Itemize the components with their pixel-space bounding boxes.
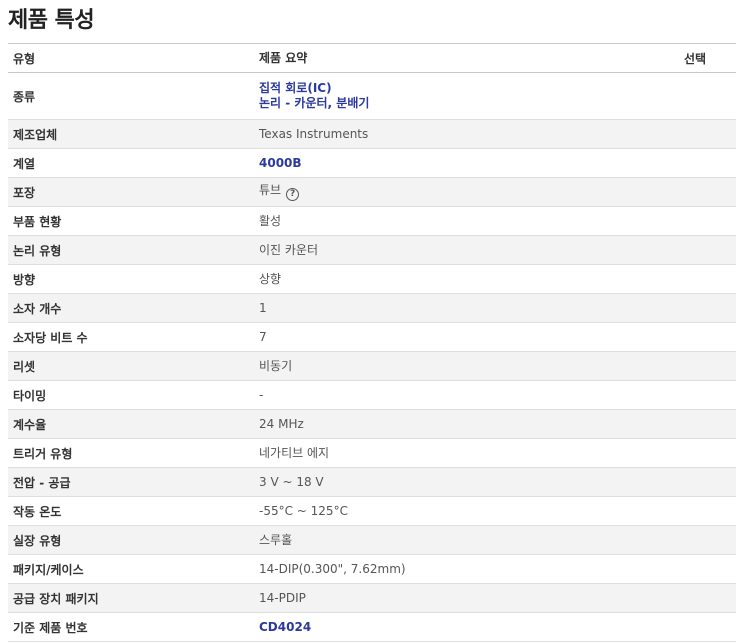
row-label: 소자 개수 — [13, 301, 62, 316]
table-row-manufacturer: 제조업체 Texas Instruments — [8, 120, 736, 149]
row-value: 4000B — [253, 156, 676, 171]
page-title: 제품 특성 — [8, 8, 95, 33]
table-row-part-status: 부품 현황 활성 — [8, 207, 736, 236]
row-label: 리셋 — [13, 359, 36, 374]
row-label: 작동 온도 — [13, 504, 62, 519]
table-row-category: 종류 집적 회로(IC) 논리 - 카운터, 분배기 — [8, 73, 736, 120]
attributes-table: 유형 제품 요약 선택 종류 집적 회로(IC) 논리 - 카운터, 분배기 제… — [8, 43, 736, 642]
row-label: 종류 — [13, 89, 36, 104]
row-value: -55°C ~ 125°C — [259, 503, 348, 518]
row-value: 튜브? — [253, 183, 676, 201]
row-label: 타이밍 — [13, 388, 47, 403]
table-row-reset: 리셋 비동기 — [8, 352, 736, 381]
row-label: 트리거 유형 — [13, 446, 73, 461]
row-label: 공급 장치 패키지 — [13, 591, 99, 606]
row-value: 1 — [259, 300, 267, 315]
table-row-supply-voltage: 전압 - 공급 3 V ~ 18 V — [8, 468, 736, 497]
table-header: 유형 제품 요약 선택 — [8, 44, 736, 73]
row-value: 상향 — [259, 271, 282, 286]
header-summary: 제품 요약 — [259, 50, 308, 65]
series-link[interactable]: 4000B — [259, 156, 676, 171]
table-row-base-part-number: 기준 제품 번호 CD4024 — [8, 613, 736, 642]
product-attributes-panel: 제품 특성 유형 제품 요약 선택 종류 집적 회로(IC) 논리 - 카운터,… — [0, 0, 736, 643]
table-row-timing: 타이밍 - — [8, 381, 736, 410]
header-select: 선택 — [684, 51, 707, 66]
row-value: 활성 — [259, 213, 282, 228]
row-value: 7 — [259, 329, 267, 344]
table-row-series: 계열 4000B — [8, 149, 736, 178]
row-label: 논리 유형 — [13, 243, 62, 258]
table-row-mounting-type: 실장 유형 스루홀 — [8, 526, 736, 555]
table-row-trigger-type: 트리거 유형 네가티브 에지 — [8, 439, 736, 468]
row-value: CD4024 — [253, 620, 676, 635]
row-label: 기준 제품 번호 — [13, 620, 88, 635]
table-row-package-case: 패키지/케이스 14-DIP(0.300", 7.62mm) — [8, 555, 736, 584]
row-label: 부품 현황 — [13, 214, 62, 229]
packaging-value: 튜브 — [259, 183, 282, 197]
table-row-packaging: 포장 튜브? — [8, 178, 736, 207]
row-label: 전압 - 공급 — [13, 475, 71, 490]
row-value: 24 MHz — [259, 416, 304, 431]
row-label: 계열 — [13, 156, 36, 171]
header-type: 유형 — [13, 51, 36, 66]
row-value: Texas Instruments — [259, 126, 369, 141]
row-value: 14-DIP(0.300", 7.62mm) — [259, 561, 406, 576]
table-row-bits-per-element: 소자당 비트 수 7 — [8, 323, 736, 352]
row-value: 네가티브 에지 — [259, 445, 330, 460]
row-label: 포장 — [13, 185, 36, 200]
base-part-number-link[interactable]: CD4024 — [259, 620, 676, 635]
table-row-operating-temp: 작동 온도 -55°C ~ 125°C — [8, 497, 736, 526]
category-link-counters[interactable]: 논리 - 카운터, 분배기 — [259, 96, 676, 111]
question-circle-icon[interactable]: ? — [286, 188, 300, 201]
row-value: 집적 회로(IC) 논리 - 카운터, 분배기 — [253, 81, 676, 111]
table-row-element-count: 소자 개수 1 — [8, 294, 736, 323]
row-label: 방향 — [13, 272, 36, 287]
row-value: - — [259, 387, 264, 402]
row-label: 소자당 비트 수 — [13, 330, 88, 345]
row-label: 실장 유형 — [13, 533, 62, 548]
table-row-supplier-package: 공급 장치 패키지 14-PDIP — [8, 584, 736, 613]
row-value: 14-PDIP — [259, 590, 306, 605]
row-label: 계수율 — [13, 417, 47, 432]
table-row-logic-type: 논리 유형 이진 카운터 — [8, 236, 736, 265]
row-label: 패키지/케이스 — [13, 562, 84, 577]
row-value: 3 V ~ 18 V — [259, 474, 324, 489]
category-link-ic[interactable]: 집적 회로(IC) — [259, 81, 676, 96]
table-row-direction: 방향 상향 — [8, 265, 736, 294]
row-value: 이진 카운터 — [259, 242, 319, 257]
table-row-count-rate: 계수율 24 MHz — [8, 410, 736, 439]
row-value: 스루홀 — [259, 532, 293, 547]
row-value: 비동기 — [259, 358, 293, 373]
row-label: 제조업체 — [13, 127, 58, 142]
